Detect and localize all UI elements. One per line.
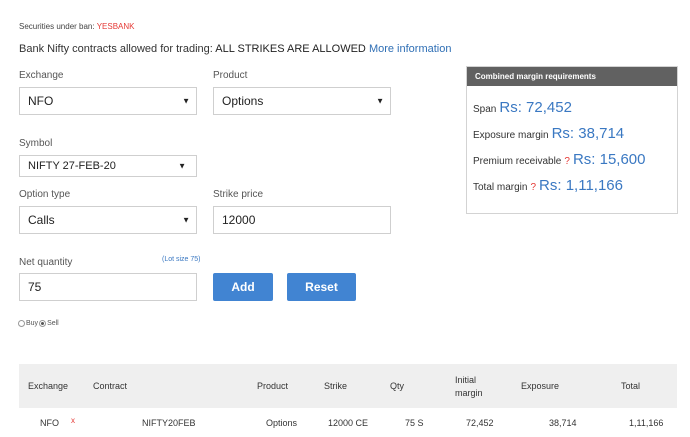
col-exposure: Exposure (521, 381, 560, 391)
option-type-value: Calls (28, 213, 55, 227)
col-product: Product (257, 381, 289, 391)
col-total: Total (621, 381, 641, 391)
span-row: Span Rs: 72,452 (473, 99, 572, 116)
buy-label: Buy (26, 320, 39, 327)
premium-label: Premium receivable (473, 156, 562, 167)
row-contract: NIFTY20FEB (142, 418, 196, 428)
symbol-label: Symbol (19, 138, 53, 149)
strike-price-value: 12000 (222, 213, 256, 227)
reset-button[interactable]: Reset (287, 273, 356, 301)
row-strike: 12000 CE (328, 418, 369, 428)
caret-down-icon: ▼ (178, 161, 186, 171)
margin-panel-title: Combined margin requirements (467, 67, 677, 86)
row-initial-margin: 72,452 (466, 418, 494, 428)
row-total: 1,11,166 (629, 418, 664, 428)
add-button[interactable]: Add (213, 273, 273, 301)
col-strike: Strike (324, 381, 348, 391)
exposure-row: Exposure margin Rs: 38,714 (473, 125, 624, 142)
ban-notice: Securities under ban: YESBANK (19, 22, 134, 31)
col-initial-margin-2: margin (455, 388, 483, 398)
lot-size-note: (Lot size 75) (162, 256, 201, 263)
symbol-value: NIFTY 27-FEB-20 (28, 160, 116, 172)
banknifty-prefix: Bank Nifty contracts allowed for trading… (19, 43, 213, 55)
strike-price-input[interactable]: 12000 (213, 206, 391, 234)
premium-value: Rs: 15,600 (572, 151, 646, 168)
sell-label: Sell (47, 320, 59, 327)
col-exchange: Exchange (28, 381, 69, 391)
more-information-link[interactable]: More information (369, 43, 452, 55)
premium-row: Premium receivable ? Rs: 15,600 (473, 151, 645, 168)
caret-down-icon: ▼ (376, 96, 384, 106)
col-initial-margin-1: Initial (455, 375, 477, 385)
total-margin-value: Rs: 1,11,166 (539, 177, 623, 194)
net-quantity-input[interactable]: 75 (19, 273, 197, 301)
side-radio-group: Buy Sell (18, 320, 59, 327)
exchange-label: Exchange (19, 70, 64, 81)
symbol-select[interactable]: NIFTY 27-FEB-20 ▼ (19, 155, 197, 177)
sell-radio[interactable] (39, 320, 47, 327)
help-icon[interactable]: ? (564, 156, 570, 167)
remove-row-icon[interactable]: x (71, 416, 75, 425)
row-exchange: NFO (40, 418, 59, 428)
help-icon[interactable]: ? (530, 182, 536, 193)
net-quantity-label: Net quantity (19, 257, 73, 268)
buy-radio[interactable] (18, 320, 25, 327)
strike-price-label: Strike price (213, 189, 264, 200)
product-label: Product (213, 70, 248, 81)
caret-down-icon: ▼ (182, 215, 190, 225)
total-margin-row: Total margin ? Rs: 1,11,166 (473, 177, 623, 194)
exchange-value: NFO (28, 94, 54, 108)
exchange-select[interactable]: NFO ▼ (19, 87, 197, 115)
total-margin-label: Total margin (473, 182, 528, 193)
exposure-margin-value: Rs: 38,714 (551, 125, 625, 142)
col-qty: Qty (390, 381, 405, 391)
ban-label: Securities under ban: (19, 22, 95, 31)
banknifty-notice: Bank Nifty contracts allowed for trading… (19, 43, 451, 55)
net-quantity-value: 75 (28, 280, 42, 294)
col-contract: Contract (93, 381, 128, 391)
banknifty-status: ALL STRIKES ARE ALLOWED (215, 43, 366, 55)
ban-symbol: YESBANK (96, 22, 135, 31)
product-select[interactable]: Options ▼ (213, 87, 391, 115)
margin-panel: Combined margin requirements Span Rs: 72… (466, 66, 678, 214)
option-type-select[interactable]: Calls ▼ (19, 206, 197, 234)
span-value: Rs: 72,452 (499, 99, 572, 116)
caret-down-icon: ▼ (182, 96, 190, 106)
option-type-label: Option type (19, 189, 71, 200)
span-label: Span (473, 104, 497, 115)
exposure-margin-label: Exposure margin (473, 130, 549, 141)
row-product: Options (266, 418, 298, 428)
row-exposure: 38,714 (549, 418, 577, 428)
product-value: Options (222, 94, 264, 108)
row-qty: 75 S (405, 418, 424, 428)
